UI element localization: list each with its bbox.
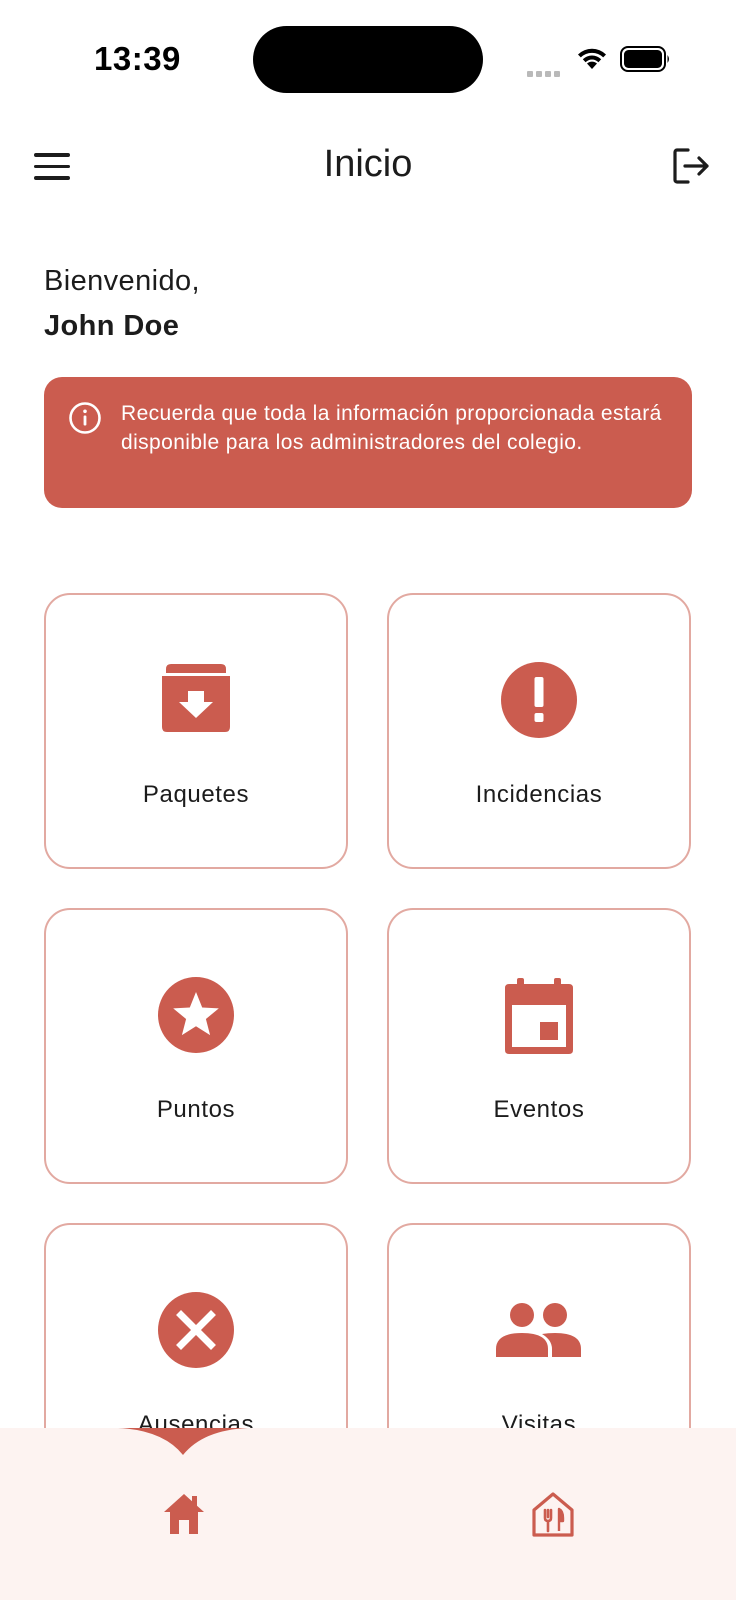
archive-box-icon (162, 664, 230, 732)
status-time: 13:39 (94, 40, 181, 77)
page-title: Inicio (323, 143, 413, 185)
welcome-greeting: Bienvenido, (44, 265, 200, 297)
card-label: Puntos (156, 1096, 236, 1123)
user-name: John Doe (44, 310, 180, 342)
card-puntos[interactable]: Puntos (44, 908, 348, 1184)
star-circle-icon (158, 977, 234, 1053)
bottom-navigation (0, 1428, 736, 1600)
card-label: Incidencias (475, 781, 603, 808)
wifi-icon (578, 48, 606, 69)
card-eventos[interactable]: Eventos (387, 908, 691, 1184)
cellular-signal-icon (527, 64, 563, 82)
card-incidencias[interactable]: Incidencias (387, 593, 691, 869)
card-paquetes[interactable]: Paquetes (44, 593, 348, 869)
card-label: Paquetes (142, 781, 250, 808)
home-icon[interactable] (160, 1490, 208, 1538)
cancel-circle-icon (158, 1292, 234, 1368)
active-indicator (118, 1428, 248, 1455)
info-banner: Recuerda que toda la información proporc… (44, 377, 692, 508)
calendar-icon (505, 978, 573, 1054)
status-bar: 13:39 (0, 0, 736, 110)
alert-circle-icon (501, 662, 577, 738)
dynamic-island (253, 26, 483, 93)
logout-icon[interactable] (670, 145, 712, 187)
app-header: Inicio (0, 125, 736, 205)
battery-icon (620, 46, 669, 72)
banner-message: Recuerda que toda la información proporc… (121, 402, 662, 454)
dining-icon[interactable] (530, 1490, 576, 1538)
card-label: Eventos (493, 1096, 585, 1123)
info-icon (69, 402, 101, 434)
people-icon (496, 1303, 581, 1357)
